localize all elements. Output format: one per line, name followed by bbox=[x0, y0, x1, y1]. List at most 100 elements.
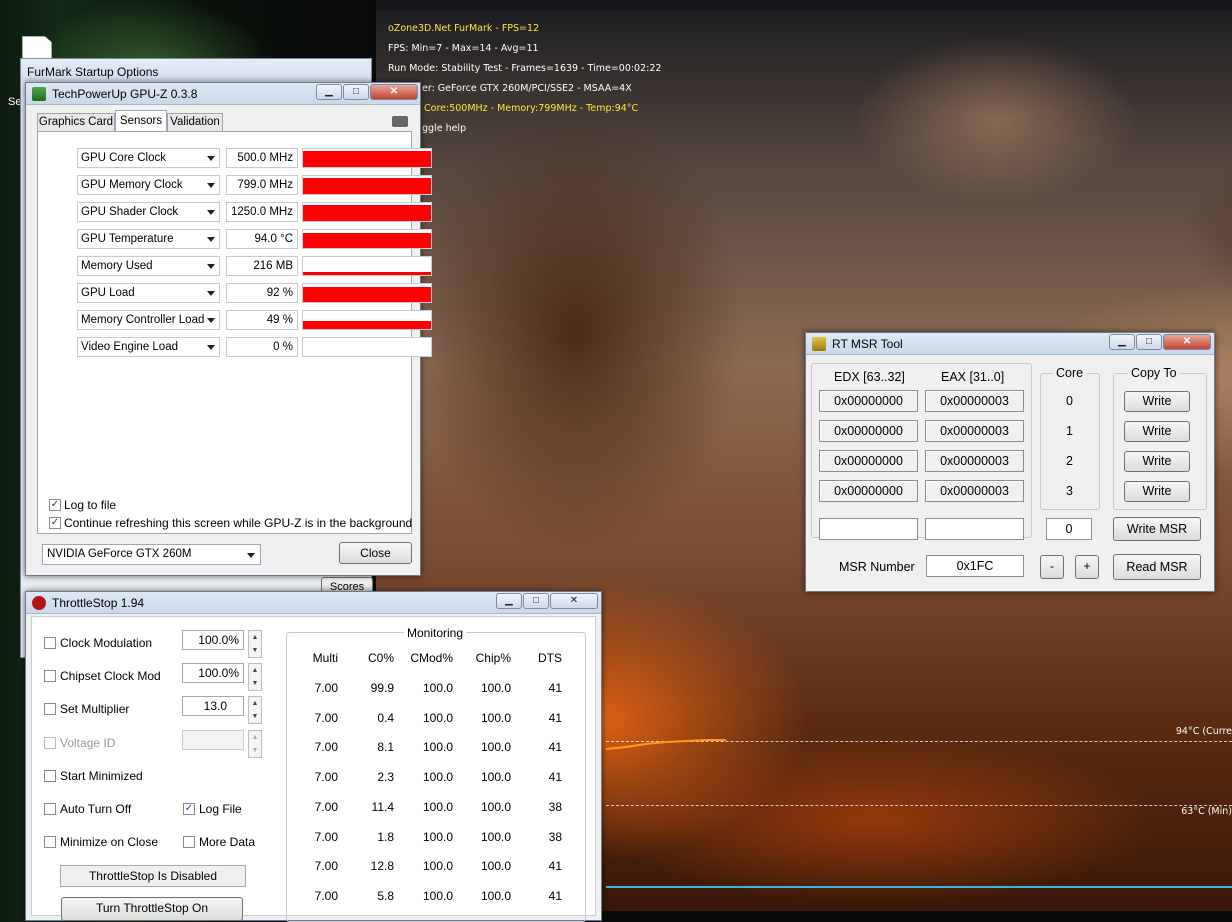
auto-turn-off-checkbox[interactable] bbox=[44, 803, 56, 815]
set-multiplier-spinner[interactable]: ▲ ▼ bbox=[248, 696, 262, 724]
monitor-cell: 8.1 bbox=[377, 740, 394, 755]
throttlestop-app-icon bbox=[32, 596, 46, 610]
sensor-name-select[interactable]: Memory Controller Load bbox=[77, 310, 220, 330]
sensor-name-select[interactable]: Video Engine Load bbox=[77, 337, 220, 357]
monitor-cell: 7.00 bbox=[314, 681, 338, 695]
msr-number-input[interactable]: 0x1FC bbox=[926, 555, 1024, 577]
monitor-cell: 41 bbox=[548, 770, 562, 785]
msr-app-icon bbox=[812, 337, 826, 351]
sensor-graph bbox=[302, 175, 432, 195]
sensor-name-select[interactable]: GPU Load bbox=[77, 283, 220, 303]
eax-value[interactable]: 0x00000003 bbox=[925, 390, 1024, 412]
close-window-button[interactable]: ✕ bbox=[550, 593, 598, 609]
minimize-button[interactable]: ▁ bbox=[1109, 334, 1135, 350]
log-to-file-checkbox[interactable]: ✓ bbox=[49, 499, 61, 511]
maximize-button[interactable]: □ bbox=[523, 593, 549, 609]
clock-modulation-spinner[interactable]: ▲ ▼ bbox=[248, 630, 262, 658]
set-multiplier-value[interactable]: 13.0 bbox=[182, 696, 244, 716]
edx-value[interactable]: 0x00000000 bbox=[819, 450, 918, 472]
start-minimized-checkbox[interactable] bbox=[44, 770, 56, 782]
sensor-name-select[interactable]: GPU Shader Clock bbox=[77, 202, 220, 222]
edx-value[interactable]: 0x00000000 bbox=[819, 420, 918, 442]
monitor-header: Chip% bbox=[475, 651, 511, 665]
sensor-value: 500.0 MHz bbox=[226, 148, 298, 168]
sensor-graph bbox=[302, 256, 432, 276]
minimize-on-close-checkbox[interactable] bbox=[44, 836, 56, 848]
gpuz-titlebar[interactable]: TechPowerUp GPU-Z 0.3.8 ▁ □ ✕ bbox=[26, 83, 420, 105]
furmark-renderer-line: er: GeForce GTX 260M/PCI/SSE2 - MSAA=4X bbox=[422, 83, 632, 94]
sensor-name-label: Video Engine Load bbox=[81, 341, 178, 353]
clock-modulation-value[interactable]: 100.0% bbox=[182, 630, 244, 650]
msr-titlebar[interactable]: RT MSR Tool ▁ □ ✕ bbox=[806, 333, 1214, 355]
continue-refresh-checkbox[interactable]: ✓ bbox=[49, 517, 61, 529]
chipset-clock-mod-spinner[interactable]: ▲ ▼ bbox=[248, 663, 262, 691]
monitor-cell: 100.0 bbox=[480, 740, 511, 755]
log-file-checkbox[interactable]: ✓ bbox=[183, 803, 195, 815]
edx-value[interactable]: 0x00000000 bbox=[819, 480, 918, 502]
maximize-button[interactable]: □ bbox=[1136, 334, 1162, 350]
sensor-name-select[interactable]: GPU Temperature bbox=[77, 229, 220, 249]
camera-icon[interactable] bbox=[392, 116, 408, 127]
startup-title: FurMark Startup Options bbox=[27, 65, 159, 79]
chipset-clock-mod-value[interactable]: 100.0% bbox=[182, 663, 244, 683]
furmark-title-line: oZone3D.Net FurMark - FPS=12 bbox=[388, 23, 540, 34]
monitor-cell: 100.0 bbox=[422, 888, 453, 903]
set-multiplier-checkbox[interactable] bbox=[44, 703, 56, 715]
gpuz-window[interactable]: TechPowerUp GPU-Z 0.3.8 ▁ □ ✕ Graphics C… bbox=[25, 82, 432, 576]
eax-value[interactable]: 0x00000003 bbox=[925, 480, 1024, 502]
voltage-id-value bbox=[182, 730, 244, 750]
monitoring-title: Monitoring bbox=[404, 626, 467, 640]
graph-baseline bbox=[606, 886, 1232, 888]
close-button[interactable]: Close bbox=[339, 542, 412, 564]
tab-validation[interactable]: Validation bbox=[167, 113, 223, 132]
minimize-button[interactable]: ▁ bbox=[496, 593, 522, 609]
sensor-value: 216 MB bbox=[226, 256, 298, 276]
close-window-button[interactable]: ✕ bbox=[370, 84, 418, 100]
maximize-button[interactable]: □ bbox=[343, 84, 369, 100]
monitor-cell: 7.00 bbox=[314, 799, 338, 814]
monitor-cell: 7.00 bbox=[314, 770, 338, 785]
sensor-name-label: GPU Memory Clock bbox=[81, 179, 183, 191]
close-window-button[interactable]: ✕ bbox=[1163, 334, 1211, 350]
monitor-header: CMod% bbox=[410, 651, 453, 665]
tab-graphics-card[interactable]: Graphics Card bbox=[37, 113, 115, 132]
edx-value[interactable]: 0x00000000 bbox=[819, 390, 918, 412]
eax-input[interactable] bbox=[925, 518, 1024, 540]
gpu-select-value: NVIDIA GeForce GTX 260M bbox=[47, 548, 192, 560]
gpu-select[interactable]: NVIDIA GeForce GTX 260M bbox=[42, 544, 261, 565]
sensor-name-select[interactable]: GPU Core Clock bbox=[77, 148, 220, 168]
write-button[interactable]: Write bbox=[1124, 451, 1190, 472]
core-input[interactable]: 0 bbox=[1046, 518, 1092, 540]
msr-decrement-button[interactable]: - bbox=[1040, 555, 1064, 579]
write-msr-button[interactable]: Write MSR bbox=[1113, 517, 1201, 541]
sensor-name-select[interactable]: GPU Memory Clock bbox=[77, 175, 220, 195]
monitor-cell: 5.8 bbox=[377, 888, 394, 903]
gpuz-app-icon bbox=[32, 87, 46, 101]
monitor-cell: 41 bbox=[548, 888, 562, 903]
chevron-down-icon bbox=[207, 291, 215, 296]
core-number: 3 bbox=[1066, 484, 1073, 498]
read-msr-button[interactable]: Read MSR bbox=[1113, 554, 1201, 580]
sensor-value: 49 % bbox=[226, 310, 298, 330]
sensor-name-select[interactable]: Memory Used bbox=[77, 256, 220, 276]
write-button[interactable]: Write bbox=[1124, 481, 1190, 502]
tab-sensors[interactable]: Sensors bbox=[115, 110, 167, 132]
write-button[interactable]: Write bbox=[1124, 391, 1190, 412]
eax-value[interactable]: 0x00000003 bbox=[925, 420, 1024, 442]
eax-value[interactable]: 0x00000003 bbox=[925, 450, 1024, 472]
clock-modulation-checkbox[interactable] bbox=[44, 637, 56, 649]
throttlestop-titlebar[interactable]: ThrottleStop 1.94 ▁ □ ✕ bbox=[26, 592, 601, 614]
monitor-cell: 100.0 bbox=[422, 710, 453, 725]
monitor-cell: 7.00 bbox=[314, 829, 338, 844]
chipset-clock-mod-checkbox[interactable] bbox=[44, 670, 56, 682]
sensor-graph bbox=[302, 229, 432, 249]
throttlestop-window[interactable]: ThrottleStop 1.94 ▁ □ ✕ Clock Modulation… bbox=[25, 591, 602, 922]
msr-increment-button[interactable]: + bbox=[1075, 555, 1099, 579]
edx-input[interactable] bbox=[819, 518, 918, 540]
write-button[interactable]: Write bbox=[1124, 421, 1190, 442]
msr-tool-window[interactable]: RT MSR Tool ▁ □ ✕ EDX [63..32] EAX [31..… bbox=[805, 332, 1215, 592]
more-data-checkbox[interactable] bbox=[183, 836, 195, 848]
turn-throttlestop-on-button[interactable]: Turn ThrottleStop On bbox=[61, 897, 243, 921]
sensor-value: 92 % bbox=[226, 283, 298, 303]
minimize-button[interactable]: ▁ bbox=[316, 84, 342, 100]
